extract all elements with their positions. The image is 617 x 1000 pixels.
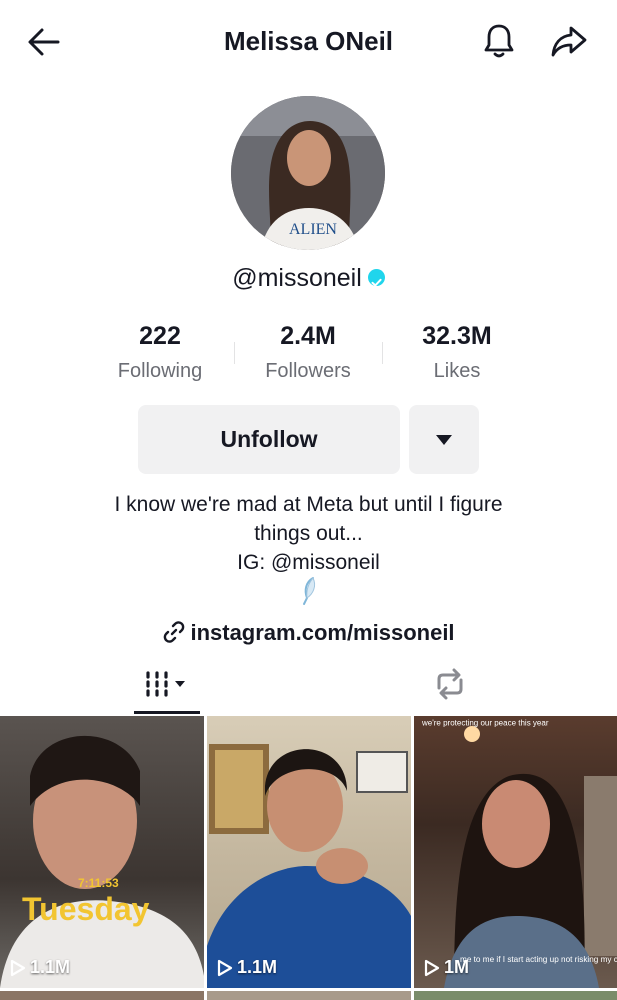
link-icon bbox=[164, 621, 185, 643]
notifications-button[interactable] bbox=[476, 18, 522, 64]
video-overlay-bottom-line: me to me if I start acting up not riskin… bbox=[460, 955, 617, 964]
unfollow-button[interactable]: Unfollow bbox=[138, 405, 400, 474]
share-button[interactable] bbox=[545, 18, 593, 64]
suggested-accounts-button[interactable] bbox=[409, 405, 479, 474]
avatar-image: ALIEN bbox=[231, 96, 385, 250]
feather-emoji-icon bbox=[298, 576, 320, 606]
repost-icon bbox=[437, 668, 463, 700]
likes-label: Likes bbox=[433, 360, 481, 382]
caret-down-icon bbox=[436, 434, 452, 445]
video-overlay-time: 7:11:53 bbox=[78, 876, 119, 890]
stat-likes: 32.3M Likes bbox=[382, 322, 532, 383]
bio-line: IG: @missoneil bbox=[237, 551, 380, 574]
video-thumbnail-image: 7:11:53 Tuesday bbox=[0, 735, 204, 988]
video-thumbnail-image: we're protecting our peace this year me … bbox=[421, 719, 617, 988]
followers-label: Followers bbox=[265, 360, 351, 382]
video-overlay-text: Tuesday bbox=[22, 891, 150, 927]
view-count: 1.1M bbox=[217, 957, 277, 978]
tab-videos[interactable] bbox=[134, 662, 200, 706]
view-count-text: 1M bbox=[444, 957, 470, 977]
video-thumbnail-image bbox=[207, 744, 411, 988]
bell-icon bbox=[484, 24, 514, 58]
bio-link[interactable]: instagram.com/missoneil bbox=[0, 620, 617, 646]
view-count: 1M bbox=[424, 957, 469, 978]
video-thumbnail[interactable] bbox=[414, 991, 617, 1000]
username-text: @missoneil bbox=[232, 264, 362, 292]
verified-badge-icon bbox=[367, 268, 385, 287]
svg-text:ALIEN: ALIEN bbox=[289, 221, 337, 238]
likes-count: 32.3M bbox=[422, 322, 492, 350]
play-icon bbox=[217, 959, 233, 976]
followers-count: 2.4M bbox=[280, 322, 336, 350]
view-count-text: 1.1M bbox=[30, 957, 71, 977]
play-icon bbox=[10, 959, 26, 976]
bio-line: things out... bbox=[254, 522, 363, 545]
share-arrow-icon bbox=[551, 26, 587, 57]
video-thumbnail[interactable]: 7:11:53 Tuesday 1.1M bbox=[0, 716, 204, 988]
tab-indicator bbox=[134, 711, 200, 714]
video-thumbnail[interactable] bbox=[0, 991, 204, 1000]
grid-icon bbox=[146, 671, 185, 697]
video-thumbnail[interactable]: 1.1M bbox=[207, 716, 411, 988]
page-title: Melissa ONeil bbox=[223, 26, 394, 56]
tab-reposts[interactable] bbox=[420, 662, 480, 706]
view-count-text: 1.1M bbox=[237, 957, 278, 977]
video-thumbnail[interactable] bbox=[207, 991, 411, 1000]
following-label: Following bbox=[117, 360, 203, 382]
bio-link-text: instagram.com/missoneil bbox=[190, 620, 455, 645]
play-icon bbox=[424, 959, 440, 976]
profile-username: @missoneil bbox=[0, 264, 617, 293]
video-thumbnail[interactable]: we're protecting our peace this year me … bbox=[414, 716, 617, 988]
view-count: 1.1M bbox=[10, 957, 70, 978]
video-overlay-top: we're protecting our peace this year bbox=[421, 719, 549, 728]
following-count: 222 bbox=[139, 322, 181, 350]
avatar[interactable]: ALIEN bbox=[231, 96, 385, 250]
stat-followers[interactable]: 2.4M Followers bbox=[233, 322, 383, 383]
bio-line: I know we're mad at Meta but until I fig… bbox=[114, 493, 503, 516]
stat-following[interactable]: 222 Following bbox=[85, 322, 235, 383]
